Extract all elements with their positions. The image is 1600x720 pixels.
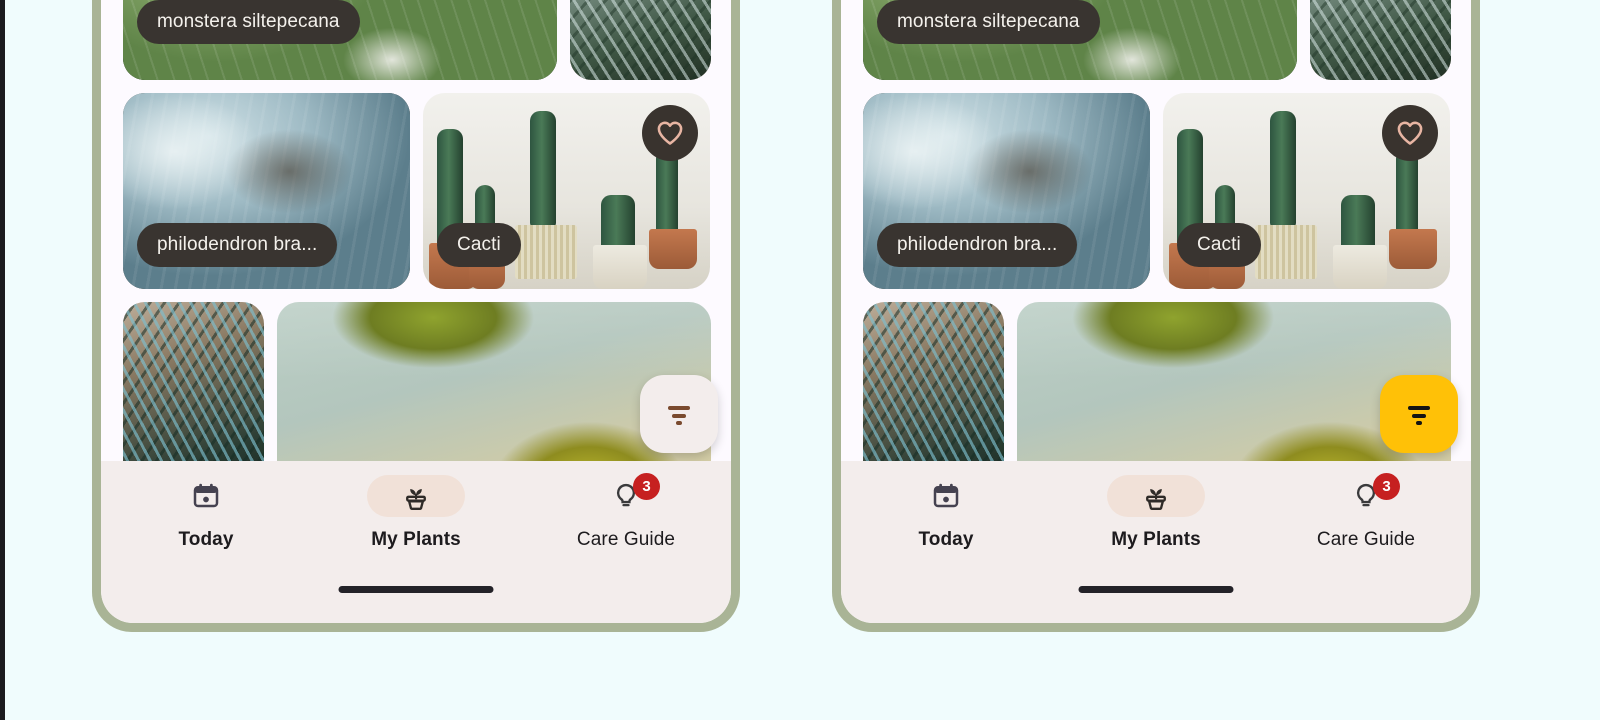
plant-card-label: philodendron bra...	[137, 223, 338, 267]
basket-planter	[515, 225, 577, 279]
favorite-button[interactable]	[1382, 105, 1438, 161]
nav-pill-active	[1107, 475, 1205, 517]
filter-icon	[668, 406, 690, 425]
card-row: monstera siltepecana	[123, 0, 711, 80]
plant-card[interactable]	[863, 302, 1004, 461]
heart-outline-icon	[657, 121, 683, 145]
filter-fab-button[interactable]	[1380, 375, 1458, 453]
nav-item-today[interactable]: Today	[101, 475, 311, 551]
filter-fab-button[interactable]	[640, 375, 718, 453]
potted-plant-icon	[1146, 489, 1166, 510]
plant-card-label: Cacti	[437, 223, 521, 267]
nav-pill: 3	[577, 473, 675, 517]
favorite-button[interactable]	[642, 105, 698, 161]
home-indicator[interactable]	[1078, 586, 1234, 593]
plant-card-label: philodendron bra...	[877, 223, 1078, 267]
card-row: monstera siltepecana	[863, 0, 1451, 80]
nav-item-today[interactable]: Today	[841, 475, 1051, 551]
card-row: philodendron bra... Cacti	[123, 93, 710, 289]
phone-preview-accent: monstera siltepecana philodendron bra...	[832, 0, 1480, 632]
calendar-icon	[933, 483, 959, 508]
plant-card-label: monstera siltepecana	[877, 0, 1100, 44]
canvas-edge-strip	[0, 0, 5, 720]
plant-card[interactable]: philodendron bra...	[123, 93, 410, 289]
card-row	[123, 302, 711, 461]
terracotta-pot	[1389, 229, 1437, 269]
nav-label: Today	[178, 529, 234, 550]
nav-item-my-plants[interactable]: My Plants	[311, 475, 521, 551]
plant-card[interactable]: Cacti	[423, 93, 710, 289]
potted-plant-icon	[406, 489, 426, 510]
plant-card[interactable]: Cacti	[1163, 93, 1450, 289]
filter-icon	[1408, 406, 1430, 425]
plant-card[interactable]	[123, 302, 264, 461]
nav-label: Today	[918, 529, 974, 550]
bottom-navigation: Today My Plants 3 Care Guide	[101, 461, 731, 623]
nav-badge: 3	[633, 473, 660, 500]
card-row: philodendron bra... Cacti	[863, 93, 1450, 289]
palm-fronds-photo	[1310, 0, 1451, 80]
bottom-navigation: Today My Plants 3 Care Guide	[841, 461, 1471, 623]
nav-pill: 3	[1317, 473, 1415, 517]
plant-card[interactable]	[1310, 0, 1451, 80]
white-pot	[1333, 245, 1387, 289]
app-screen: monstera siltepecana philodendron bra...	[101, 0, 731, 623]
plant-card[interactable]: philodendron bra...	[863, 93, 1150, 289]
blue-palm-photo	[863, 302, 1004, 461]
heart-outline-icon	[1397, 121, 1423, 145]
nav-label: My Plants	[371, 529, 461, 550]
terracotta-pot	[649, 229, 697, 269]
plant-card[interactable]: monstera siltepecana	[123, 0, 557, 80]
blue-palm-photo	[123, 302, 264, 461]
plant-card-label: Cacti	[1177, 223, 1261, 267]
home-indicator[interactable]	[338, 586, 494, 593]
phone-preview-default: monstera siltepecana philodendron bra...	[92, 0, 740, 632]
nav-label: Care Guide	[1316, 529, 1416, 550]
nav-pill-active	[367, 475, 465, 517]
nav-pill	[897, 475, 995, 517]
cactus-shape	[530, 111, 556, 227]
calendar-icon	[193, 483, 219, 508]
palm-fronds-photo	[570, 0, 711, 80]
nav-item-care-guide[interactable]: 3 Care Guide	[521, 473, 731, 551]
white-pot	[593, 245, 647, 289]
cactus-shape	[1396, 149, 1418, 235]
plant-card-label: monstera siltepecana	[137, 0, 360, 44]
plant-card[interactable]: monstera siltepecana	[863, 0, 1297, 80]
plant-card[interactable]	[570, 0, 711, 80]
basket-planter	[1255, 225, 1317, 279]
nav-label: My Plants	[1111, 529, 1201, 550]
nav-item-care-guide[interactable]: 3 Care Guide	[1261, 473, 1471, 551]
app-screen: monstera siltepecana philodendron bra...	[841, 0, 1471, 623]
cactus-shape	[656, 149, 678, 235]
nav-item-my-plants[interactable]: My Plants	[1051, 475, 1261, 551]
plant-card-grid: monstera siltepecana philodendron bra...	[841, 0, 1471, 461]
card-row	[863, 302, 1451, 461]
cactus-shape	[1270, 111, 1296, 227]
nav-pill	[157, 475, 255, 517]
plant-card-grid: monstera siltepecana philodendron bra...	[101, 0, 731, 461]
nav-badge: 3	[1373, 473, 1400, 500]
nav-label: Care Guide	[576, 529, 676, 550]
